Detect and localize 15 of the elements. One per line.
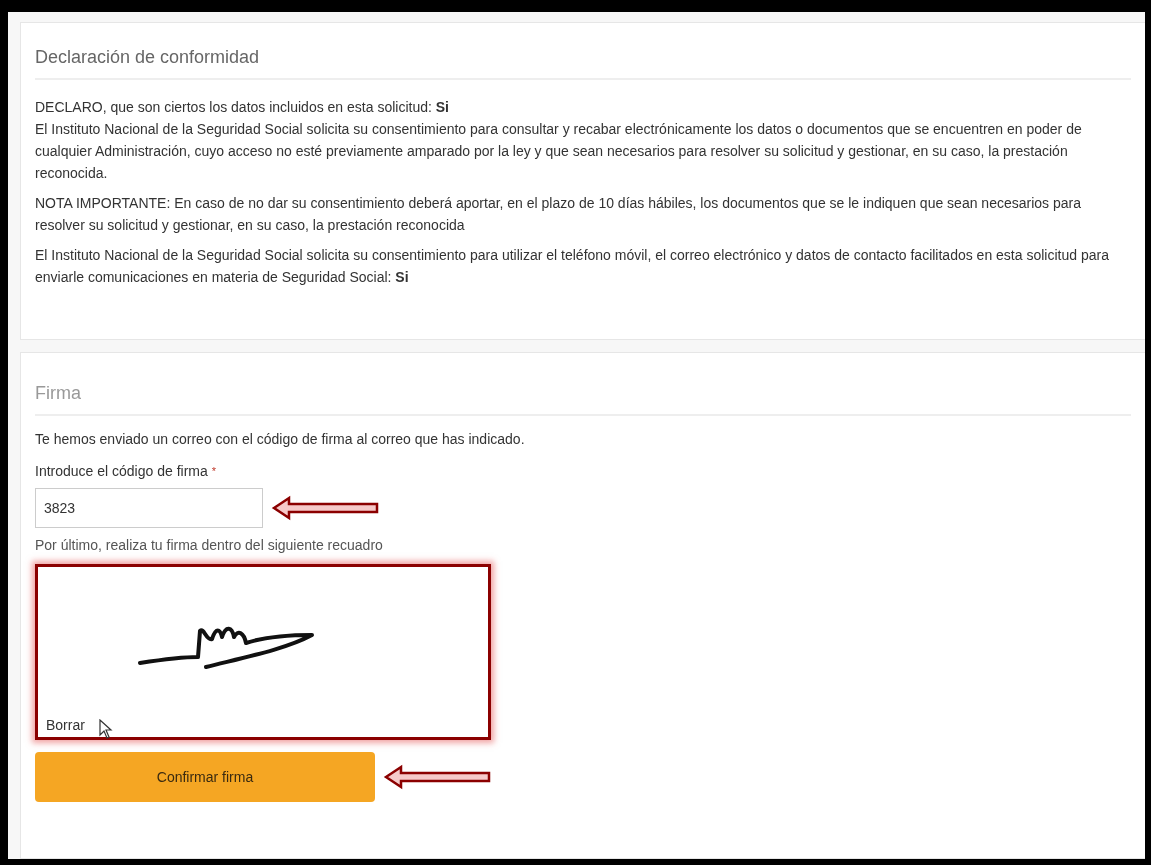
paragraph: NOTA IMPORTANTE: En caso de no dar su consentimiento deberá aportar, en el plazo de 10 días hábiles, los documentos que se le indiquen que sean necesarios para resolver su solicitud y gestionar, en su caso, la prestación reconocida <box>35 194 1082 235</box>
section-title: Firma <box>35 383 82 404</box>
instruction-text: Por último, realiza tu firma dentro del siguiente recuadro <box>35 536 384 555</box>
confirm-button[interactable]: Confirmar firma <box>35 752 375 802</box>
section-title: Declaración de conformidad <box>35 47 261 68</box>
notice-text: Te hemos enviado un correo con el código de firma al correo que has indicado. <box>35 430 526 449</box>
paragraph: El Instituto Nacional de la Seguridad Social solicita su consentimiento para consultar y recabar electrónicamente los datos o documentos que se encuentren en poder de cualquier Administración, cuyo acceso no esté previamente amparado por la ley y que sean necesarios para resolver su solicitud y gestionar, en su caso, la prestación reconocida. <box>35 120 1083 183</box>
signature-pad[interactable]: Borrar <box>35 564 491 740</box>
required-mark: * <box>211 465 216 477</box>
clear-link[interactable]: Borrar <box>46 717 85 733</box>
field-label: Introduce el código de firma <box>35 463 208 479</box>
paragraph: DECLARO, que son ciertos los datos incluidos en esta solicitud: Si <box>35 98 450 117</box>
code-input-field[interactable]: 3823 <box>35 488 263 528</box>
paragraph: El Instituto Nacional de la Seguridad Social solicita su consentimiento para utilizar el teléfono móvil, el correo electrónico y datos de contacto facilitados en esta solicitud para enviarle comunicaciones en materia de Seguridad Social: Si <box>35 246 1110 287</box>
mouse-pointer-icon <box>99 719 113 739</box>
